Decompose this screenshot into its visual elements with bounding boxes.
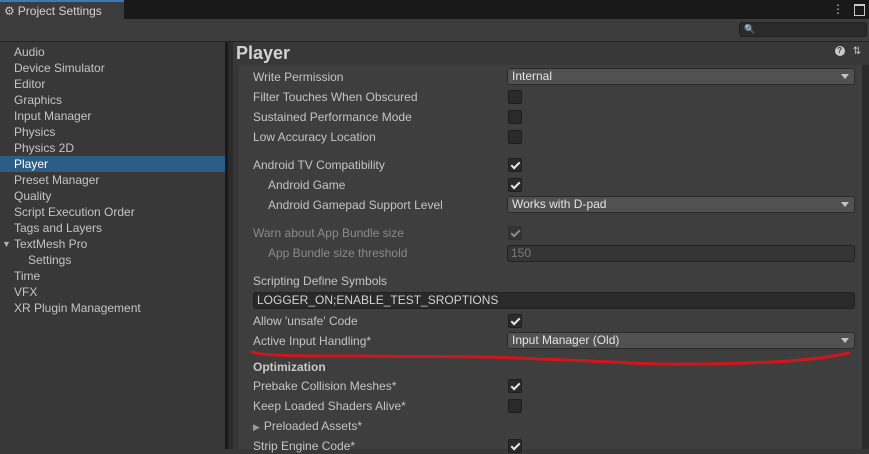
sidebar-item-vfx[interactable]: VFX xyxy=(14,284,37,300)
search-icon: 🔍 xyxy=(744,24,756,34)
active-input-dropdown[interactable]: Input Manager (Old) xyxy=(507,332,855,349)
sidebar-item-physics-2d[interactable]: Physics 2D xyxy=(14,140,74,156)
expand-arrow-icon[interactable]: ▼ xyxy=(2,239,11,249)
sidebar-item-device-simulator[interactable]: Device Simulator xyxy=(14,60,105,76)
sidebar-item-tags-and-layers[interactable]: Tags and Layers xyxy=(14,220,102,236)
low-accuracy-checkbox[interactable] xyxy=(508,130,522,144)
foldout-arrow-icon: ▶ xyxy=(253,422,260,432)
sidebar-item-preset-manager[interactable]: Preset Manager xyxy=(14,172,99,188)
scripting-define-label: Scripting Define Symbols xyxy=(253,274,388,288)
sustained-perf-checkbox[interactable] xyxy=(508,110,522,124)
sidebar-item-player[interactable]: Player xyxy=(0,156,225,172)
sidebar-item-audio[interactable]: Audio xyxy=(14,44,45,60)
title-bar: ⚙ Project Settings ⋮ xyxy=(0,0,869,19)
allow-unsafe-checkbox[interactable] xyxy=(508,314,522,328)
strip-engine-checkbox[interactable] xyxy=(508,439,522,453)
bundle-threshold-field: 150 xyxy=(507,245,855,262)
filter-touches-label: Filter Touches When Obscured xyxy=(253,90,418,104)
preloaded-assets-foldout[interactable]: ▶ Preloaded Assets* xyxy=(253,418,362,434)
android-tv-checkbox[interactable] xyxy=(508,158,522,172)
optimization-heading: Optimization xyxy=(253,360,326,374)
toolbar: 🔍 xyxy=(0,19,869,42)
prebake-label: Prebake Collision Meshes* xyxy=(253,379,397,393)
filter-touches-checkbox[interactable] xyxy=(508,90,522,104)
keep-shaders-checkbox[interactable] xyxy=(508,399,522,413)
android-game-checkbox[interactable] xyxy=(508,178,522,192)
tab-title: Project Settings xyxy=(17,3,102,18)
sidebar-item-physics[interactable]: Physics xyxy=(14,124,55,140)
tab-project-settings[interactable]: ⚙ Project Settings xyxy=(0,0,124,19)
vertical-scrollbar[interactable] xyxy=(862,65,869,449)
sidebar-item-editor[interactable]: Editor xyxy=(14,76,45,92)
allow-unsafe-label: Allow 'unsafe' Code xyxy=(253,314,358,328)
bundle-threshold-label: App Bundle size threshold xyxy=(268,246,408,260)
chevron-down-icon xyxy=(841,202,849,207)
sidebar-item-input-manager[interactable]: Input Manager xyxy=(14,108,91,124)
gamepad-support-value: Works with D-pad xyxy=(512,197,607,211)
gamepad-support-label: Android Gamepad Support Level xyxy=(268,198,443,212)
sidebar-item-settings[interactable]: Settings xyxy=(28,252,71,268)
sidebar-item-quality[interactable]: Quality xyxy=(14,188,51,204)
sidebar-item-xr-plugin-management[interactable]: XR Plugin Management xyxy=(14,300,141,316)
prebake-checkbox[interactable] xyxy=(508,379,522,393)
scripting-define-field[interactable]: LOGGER_ON;ENABLE_TEST_SROPTIONS xyxy=(253,292,855,309)
sidebar-item-time[interactable]: Time xyxy=(14,268,40,284)
android-tv-label: Android TV Compatibility xyxy=(253,158,385,172)
write-permission-dropdown[interactable]: Internal xyxy=(507,68,855,85)
sidebar: Audio Device Simulator Editor Graphics I… xyxy=(0,42,225,449)
search-input[interactable]: 🔍 xyxy=(739,22,867,37)
chevron-down-icon xyxy=(841,338,849,343)
sustained-perf-label: Sustained Performance Mode xyxy=(253,110,412,124)
gamepad-support-dropdown[interactable]: Works with D-pad xyxy=(507,196,855,213)
warn-bundle-label: Warn about App Bundle size xyxy=(253,226,404,240)
strip-engine-label: Strip Engine Code* xyxy=(253,439,356,453)
write-permission-label: Write Permission xyxy=(253,70,344,84)
active-input-label: Active Input Handling* xyxy=(253,334,372,348)
preloaded-assets-label: Preloaded Assets* xyxy=(263,419,362,433)
low-accuracy-label: Low Accuracy Location xyxy=(253,130,376,144)
page-title: Player xyxy=(236,43,291,63)
kebab-menu-icon[interactable]: ⋮ xyxy=(832,2,844,16)
gear-icon: ⚙ xyxy=(4,3,15,18)
sidebar-item-textmesh-pro[interactable]: TextMesh Pro xyxy=(14,236,87,252)
chevron-down-icon xyxy=(841,74,849,79)
android-game-label: Android Game xyxy=(268,178,346,192)
sidebar-item-script-execution-order[interactable]: Script Execution Order xyxy=(14,204,135,220)
help-icon[interactable]: ? xyxy=(834,46,845,56)
keep-shaders-label: Keep Loaded Shaders Alive* xyxy=(253,399,406,413)
warn-bundle-checkbox xyxy=(508,226,522,240)
maximize-icon[interactable] xyxy=(854,4,865,16)
write-permission-value: Internal xyxy=(512,69,553,83)
sidebar-item-graphics[interactable]: Graphics xyxy=(14,92,62,108)
active-input-value: Input Manager (Old) xyxy=(512,333,620,347)
preset-sliders-icon[interactable]: ⇅ xyxy=(853,46,861,57)
